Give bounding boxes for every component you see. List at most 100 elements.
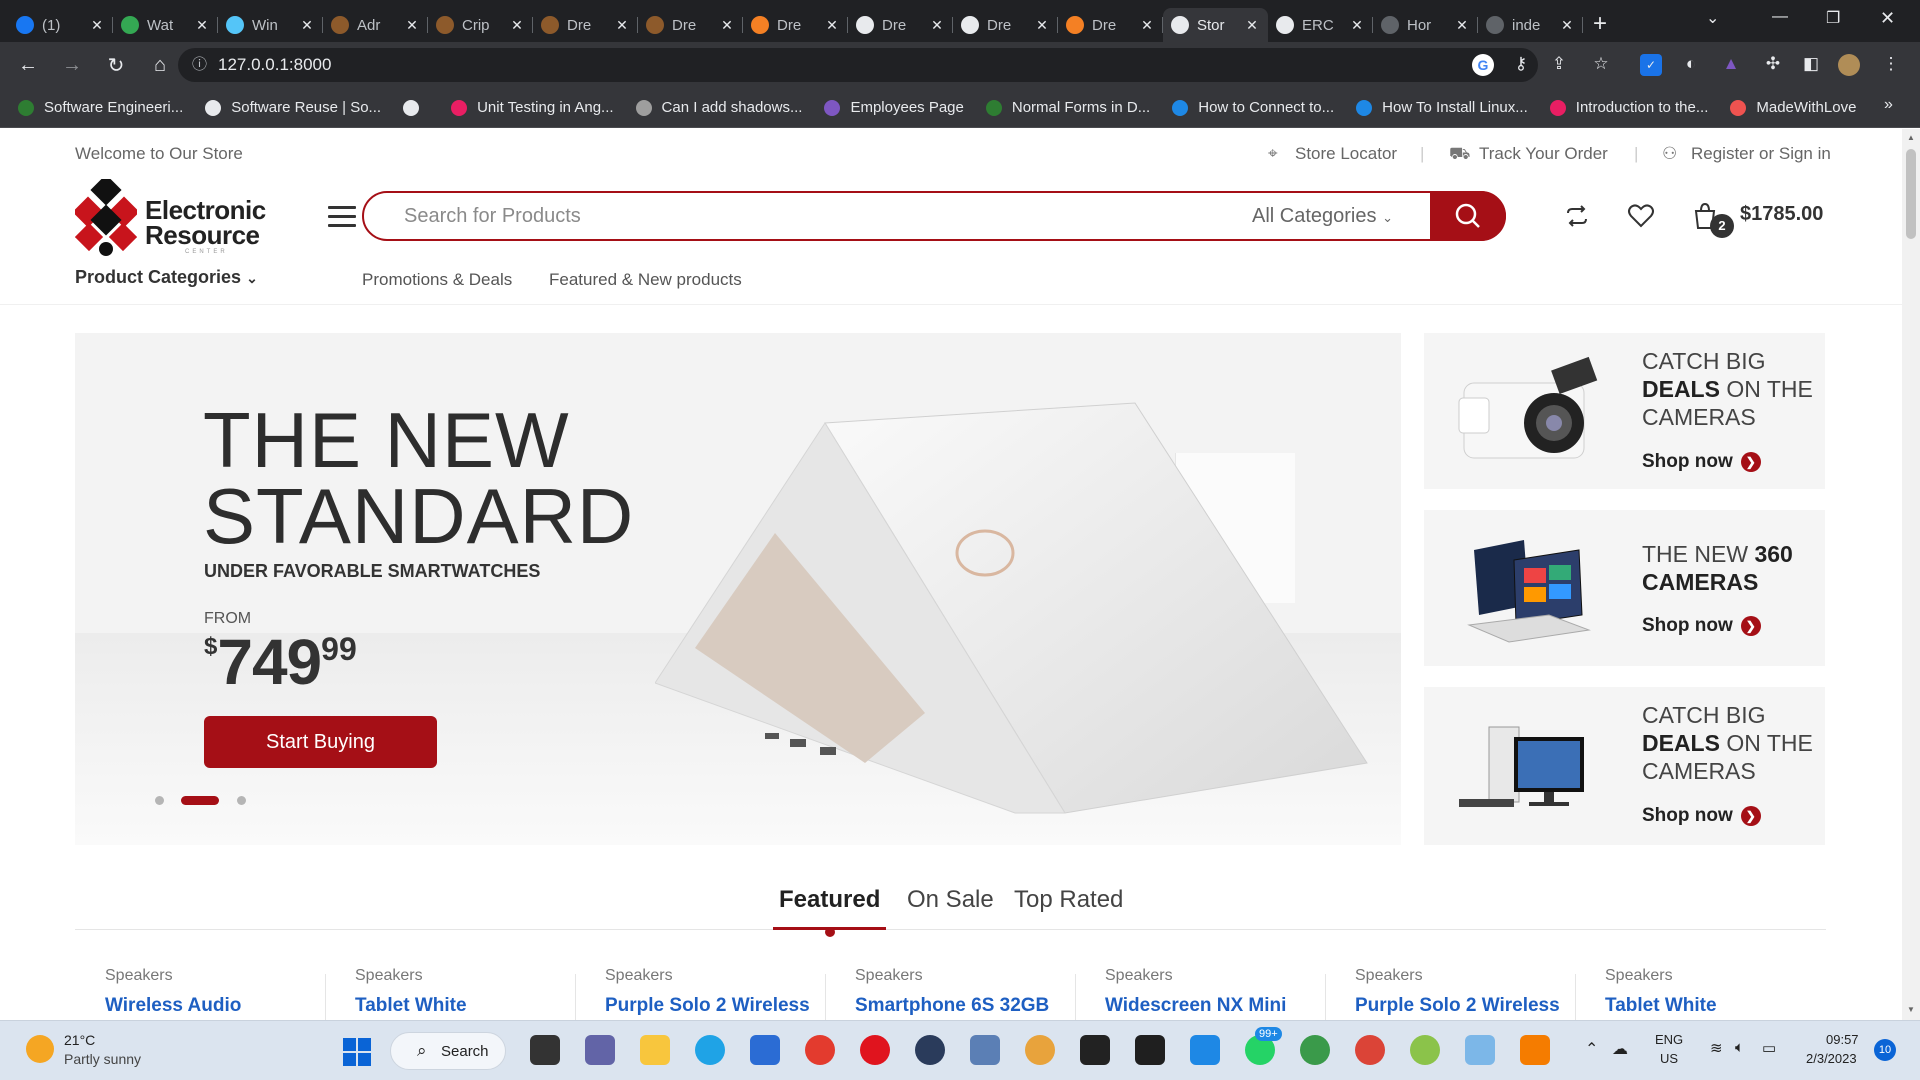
close-tab-icon[interactable]: ✕ [929, 17, 945, 34]
bookmark-item[interactable]: MadeWithLove [1730, 99, 1856, 116]
taskbar-search[interactable]: ⌕ Search [390, 1032, 506, 1070]
promo-card-360[interactable]: THE NEW 360 CAMERAS Shop now ❯ [1424, 510, 1825, 666]
new-tab-button[interactable]: + [1593, 10, 1607, 38]
browser-tab[interactable]: Dre ✕ [953, 8, 1058, 42]
clock-date[interactable]: 2/3/2023 [1806, 1051, 1857, 1066]
slider-dot-active[interactable] [181, 796, 219, 805]
scroll-down-icon[interactable]: ▼ [1907, 1005, 1915, 1014]
close-tab-icon[interactable]: ✕ [89, 17, 105, 34]
profile-avatar[interactable] [1838, 54, 1860, 76]
search-button[interactable] [1430, 191, 1506, 241]
address-bar[interactable]: ⓘ 127.0.0.1:8000 [178, 48, 1538, 82]
close-tab-icon[interactable]: ✕ [404, 17, 420, 34]
browser-tab[interactable]: Hor ✕ [1373, 8, 1478, 42]
weather-sun-icon[interactable] [26, 1035, 54, 1063]
share-icon[interactable]: ⇪ [1548, 54, 1570, 76]
browser-tab[interactable]: Dre ✕ [743, 8, 848, 42]
extension-circle-icon[interactable]: ◐ [1680, 54, 1702, 76]
teams-icon[interactable] [585, 1035, 615, 1065]
browser-tab[interactable]: Dre ✕ [638, 8, 743, 42]
task-view-icon[interactable] [530, 1035, 560, 1065]
close-tab-icon[interactable]: ✕ [1034, 17, 1050, 34]
shop-now-link[interactable]: Shop now ❯ [1642, 805, 1761, 827]
promo-card-cameras[interactable]: CATCH BIG DEALS ON THE CAMERAS Shop now ❯ [1424, 333, 1825, 489]
windows-start-icon[interactable] [342, 1037, 372, 1067]
battery-icon[interactable]: ▭ [1762, 1039, 1776, 1057]
promo-card-desktops[interactable]: CATCH BIG DEALS ON THE CAMERAS Shop now ❯ [1424, 687, 1825, 845]
back-arrow-icon[interactable]: ← [6, 54, 50, 77]
reload-icon[interactable]: ↻ [94, 53, 138, 78]
bookmark-item[interactable]: How To Install Linux... [1356, 99, 1528, 116]
track-order-link[interactable]: Track Your Order [1479, 144, 1608, 164]
extension-check-icon[interactable]: ✓ [1640, 54, 1662, 76]
chrome-profile-icon[interactable] [1355, 1035, 1385, 1065]
bookmark-item[interactable]: Software Reuse | So... [205, 99, 381, 116]
weather-desc[interactable]: Partly sunny [64, 1051, 141, 1067]
product-name-link[interactable]: Purple Solo 2 Wireless [605, 995, 810, 1017]
close-window-button[interactable]: ✕ [1880, 8, 1895, 29]
product-category[interactable]: Speakers [855, 967, 923, 985]
store-locator-link[interactable]: Store Locator [1295, 144, 1397, 164]
start-buying-button[interactable]: Start Buying [204, 716, 437, 768]
xampp-icon[interactable] [1520, 1035, 1550, 1065]
search-input[interactable] [404, 205, 1204, 228]
bookmark-item[interactable]: Unit Testing in Ang... [451, 99, 614, 116]
product-name-link[interactable]: Smartphone 6S 32GB [855, 995, 1049, 1017]
product-name-link[interactable]: Widescreen NX Mini [1105, 995, 1286, 1017]
tab-on-sale[interactable]: On Sale [907, 886, 994, 914]
minimize-button[interactable]: — [1772, 8, 1788, 26]
vscode-icon[interactable] [1190, 1035, 1220, 1065]
puzzle-extensions-icon[interactable]: ✣ [1762, 54, 1784, 76]
browser-tab[interactable]: Adr ✕ [323, 8, 428, 42]
product-category[interactable]: Speakers [1605, 967, 1673, 985]
close-tab-icon[interactable]: ✕ [194, 17, 210, 34]
shop-now-link[interactable]: Shop now ❯ [1642, 615, 1761, 637]
browser-tab[interactable]: (1) ✕ [8, 8, 113, 42]
product-category[interactable]: Speakers [1355, 967, 1423, 985]
file-explorer-icon[interactable] [640, 1035, 670, 1065]
browser-tab[interactable]: Wat ✕ [113, 8, 218, 42]
network-app-icon[interactable] [970, 1035, 1000, 1065]
product-name-link[interactable]: Purple Solo 2 Wireless [1355, 995, 1560, 1017]
close-tab-icon[interactable]: ✕ [614, 17, 630, 34]
opera-icon[interactable] [860, 1035, 890, 1065]
close-tab-icon[interactable]: ✕ [1559, 17, 1575, 34]
language-region[interactable]: US [1660, 1051, 1678, 1066]
chameleon-app-icon[interactable] [1410, 1035, 1440, 1065]
close-tab-icon[interactable]: ✕ [1454, 17, 1470, 34]
edge-icon[interactable] [695, 1035, 725, 1065]
close-tab-icon[interactable]: ✕ [299, 17, 315, 34]
product-category[interactable]: Speakers [605, 967, 673, 985]
product-name-link[interactable]: Tablet White [1605, 995, 1717, 1017]
store-logo[interactable]: Electronic Resource CENTER [75, 179, 266, 259]
obs-icon[interactable] [915, 1035, 945, 1065]
weather-temp[interactable]: 21°C [64, 1032, 95, 1048]
chrome-icon[interactable] [805, 1035, 835, 1065]
terminal-icon[interactable] [1135, 1035, 1165, 1065]
google-icon[interactable]: G [1472, 54, 1494, 76]
scrollbar-thumb[interactable] [1906, 149, 1916, 239]
shop-now-link[interactable]: Shop now ❯ [1642, 451, 1761, 473]
tab-top-rated[interactable]: Top Rated [1014, 886, 1123, 914]
forward-arrow-icon[interactable]: → [50, 54, 94, 77]
close-tab-icon[interactable]: ✕ [1139, 17, 1155, 34]
store-icon[interactable] [750, 1035, 780, 1065]
volume-icon[interactable]: 🔈︎ [1735, 1039, 1744, 1056]
product-category[interactable]: Speakers [355, 967, 423, 985]
nav-link-promotions[interactable]: Promotions & Deals [362, 270, 512, 290]
browser-tab[interactable]: ERC ✕ [1268, 8, 1373, 42]
bookmark-item[interactable]: Software Engineeri... [18, 99, 183, 116]
tab-featured[interactable]: Featured [779, 886, 880, 914]
scroll-up-icon[interactable]: ▲ [1907, 133, 1915, 142]
close-tab-icon[interactable]: ✕ [509, 17, 525, 34]
cart-total[interactable]: $1785.00 [1740, 203, 1823, 226]
close-tab-icon[interactable]: ✕ [1244, 17, 1260, 34]
menu-kebab-icon[interactable]: ⋮ [1880, 54, 1902, 76]
hamburger-menu-icon[interactable] [328, 206, 356, 228]
site-info-icon[interactable]: ⓘ [192, 48, 207, 82]
browser-tab[interactable]: Stor ✕ [1163, 8, 1268, 42]
bookmark-item[interactable]: Introduction to the... [1549, 99, 1708, 116]
close-tab-icon[interactable]: ✕ [719, 17, 735, 34]
side-panel-icon[interactable]: ◧ [1800, 54, 1822, 76]
snipping-tool-icon[interactable] [1465, 1035, 1495, 1065]
